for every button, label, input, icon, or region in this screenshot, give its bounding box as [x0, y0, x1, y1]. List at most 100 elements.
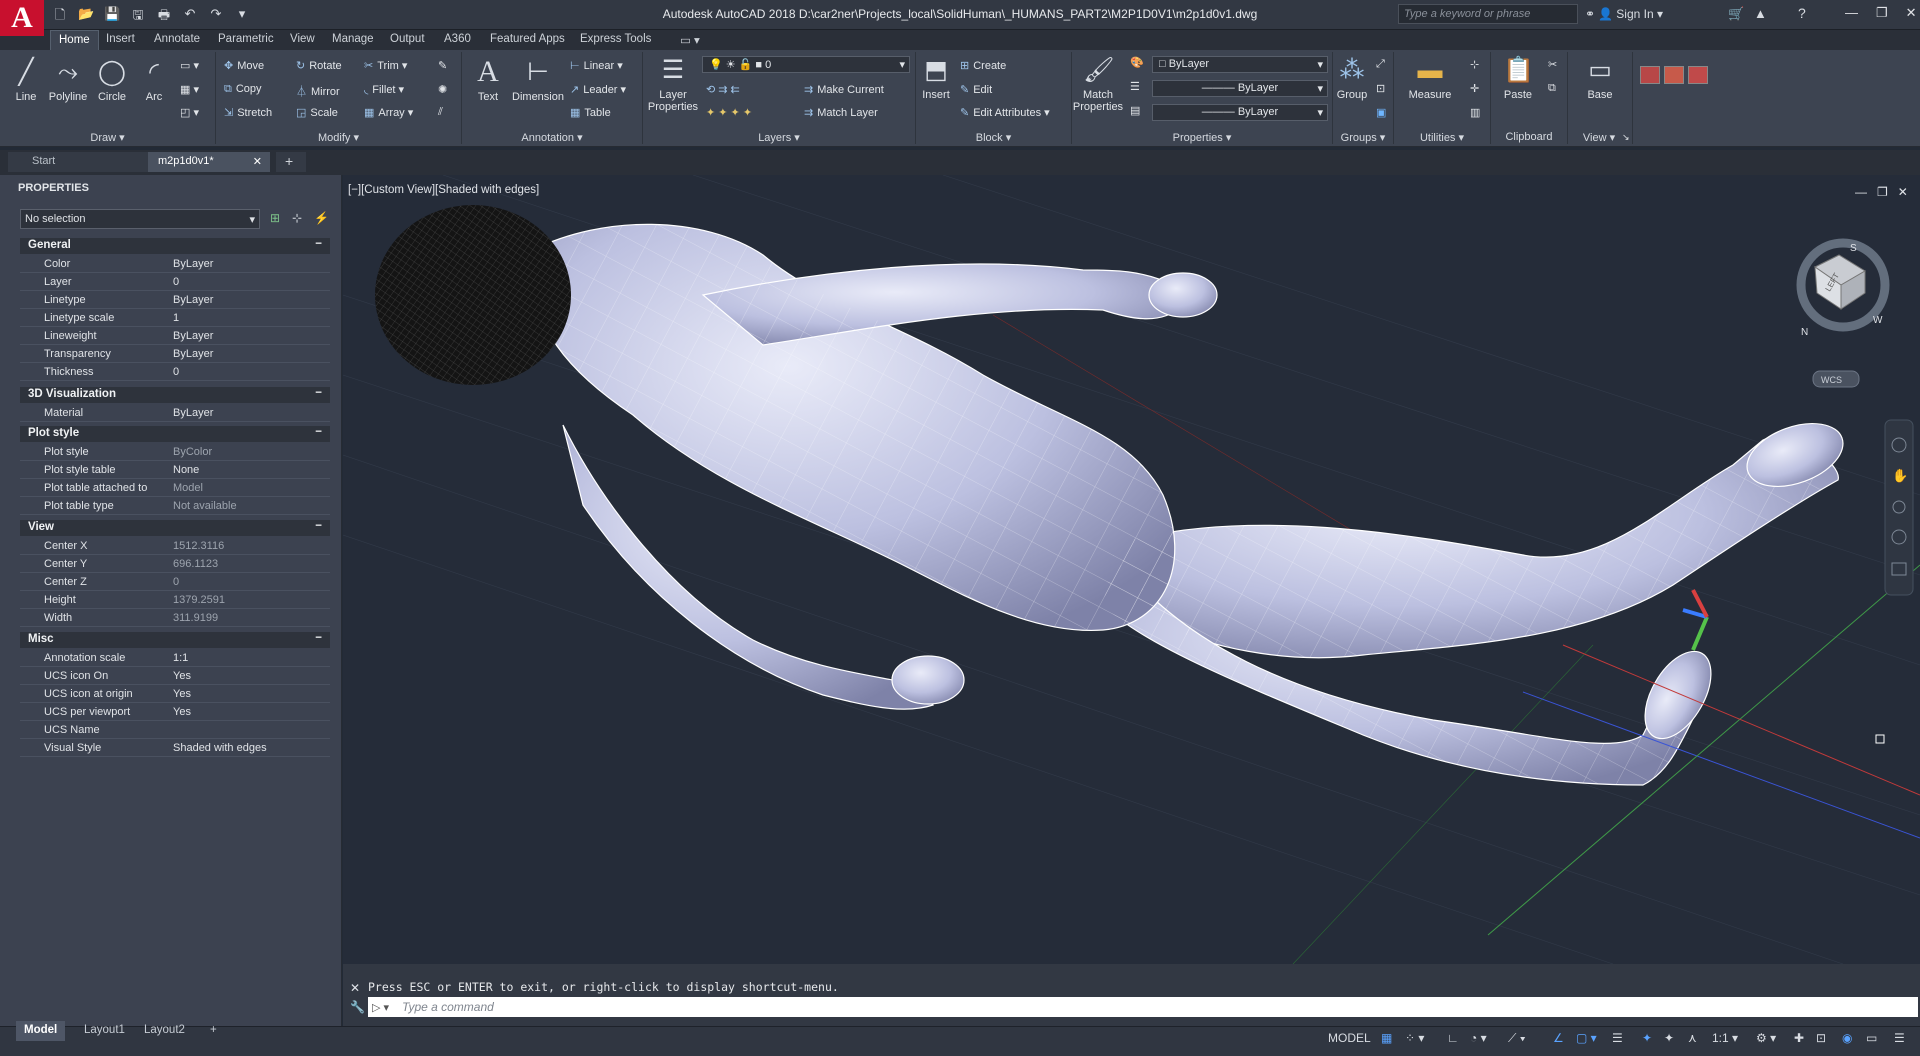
insert-tool[interactable]: ⬒ Insert	[918, 54, 954, 101]
hatch-icon[interactable]: ▦ ▾	[180, 83, 199, 96]
express-tool-1-icon[interactable]	[1640, 66, 1660, 84]
close-tab-icon[interactable]: ✕	[253, 155, 262, 168]
tab-parametric[interactable]: Parametric	[218, 33, 274, 45]
command-prompt-icon[interactable]: ▷ ▾	[372, 1001, 389, 1014]
edit-attributes-tool[interactable]: ✎ Edit Attributes ▾	[960, 106, 1050, 119]
new-tab-button[interactable]: +	[276, 152, 306, 172]
explode-icon[interactable]: ✺	[438, 83, 447, 96]
trim-tool[interactable]: ✂ Trim ▾	[364, 59, 407, 72]
offset-icon[interactable]: ⫽	[438, 106, 443, 119]
layer-tools-row-1[interactable]: ⟲ ⇉ ⇇	[706, 83, 740, 96]
property-row[interactable]: Plot style table None	[20, 461, 330, 479]
create-block-tool[interactable]: ⊞ Create	[960, 59, 1006, 72]
section-misc[interactable]: Misc −	[20, 632, 330, 648]
doc-tab-file[interactable]: m2p1d0v1* ✕	[148, 152, 270, 172]
dimension-tool[interactable]: ⊢ Dimension	[510, 56, 566, 103]
group-tool[interactable]: ⁂ Group	[1334, 54, 1370, 101]
selection-dropdown[interactable]: No selection ▾	[20, 209, 260, 229]
new-file-icon[interactable]: 🗋	[52, 6, 68, 28]
doc-tab-start[interactable]: Start	[8, 152, 148, 172]
property-row[interactable]: Thickness 0	[20, 363, 330, 381]
property-row[interactable]: Color ByLayer	[20, 255, 330, 273]
drawing-viewport[interactable]: LEFT S W N WCS ✋	[343, 175, 1920, 964]
panel-title-modify[interactable]: Modify ▾	[216, 131, 461, 146]
exchange-icon[interactable]: ▲	[1754, 6, 1767, 21]
property-row[interactable]: Plot table type Not available	[20, 497, 330, 515]
quick-select-icon[interactable]: ⊹	[1470, 58, 1479, 71]
arc-tool[interactable]: ◜ Arc	[136, 56, 172, 103]
array-tool[interactable]: ▦ Array ▾	[364, 106, 413, 119]
express-tool-3-icon[interactable]	[1688, 66, 1708, 84]
autocad-app-menu-button[interactable]: A	[0, 0, 44, 36]
layer-tools-row-2[interactable]: ✦ ✦ ✦ ✦	[706, 106, 752, 119]
add-layout-button[interactable]: +	[202, 1021, 225, 1041]
table-tool[interactable]: ▦ Table	[570, 106, 611, 119]
polyline-tool[interactable]: ⤳ Polyline	[46, 56, 90, 103]
leader-tool[interactable]: ↗ Leader ▾	[570, 83, 626, 96]
panel-title-block[interactable]: Block ▾	[916, 131, 1071, 146]
select-objects-icon[interactable]: ⊹	[292, 211, 302, 225]
tab-view[interactable]: View	[290, 33, 315, 45]
move-tool[interactable]: ✥ Move	[224, 59, 264, 72]
express-tool-2-icon[interactable]	[1664, 66, 1684, 84]
customize-status-bar-icon[interactable]: ☰	[1894, 1031, 1905, 1045]
pan-icon[interactable]: ✋	[1892, 468, 1908, 483]
hardware-acceleration-icon[interactable]: ◉	[1842, 1031, 1852, 1045]
property-row[interactable]: Linetype ByLayer	[20, 291, 330, 309]
property-row[interactable]: Material ByLayer	[20, 404, 330, 422]
object-snap-tracking-icon[interactable]: ∠	[1553, 1031, 1564, 1045]
grid-icon[interactable]: ▦	[1381, 1031, 1392, 1045]
minimize-icon[interactable]: —	[1845, 5, 1858, 21]
panel-title-annotation[interactable]: Annotation ▾	[462, 131, 642, 146]
property-row[interactable]: Center Y 696.1123	[20, 555, 330, 573]
property-row[interactable]: Plot style ByColor	[20, 443, 330, 461]
annotation-visibility-icon[interactable]: ✦	[1642, 1031, 1652, 1045]
model-space-button[interactable]: MODEL	[1328, 1031, 1371, 1045]
property-row[interactable]: UCS per viewport Yes	[20, 703, 330, 721]
dialog-launcher-icon[interactable]: ↘	[1622, 132, 1630, 143]
property-row[interactable]: Center X 1512.3116	[20, 537, 330, 555]
property-row[interactable]: UCS icon at origin Yes	[20, 685, 330, 703]
collapse-icon[interactable]: −	[315, 520, 322, 532]
object-snap-icon[interactable]: ▢ ▾	[1576, 1031, 1597, 1045]
layer-dropdown[interactable]: 💡 ☀ 🔓 ■ 0 ▾	[702, 56, 910, 73]
help-search-input[interactable]: Type a keyword or phrase	[1398, 4, 1578, 24]
cut-icon[interactable]: ✂	[1548, 58, 1557, 71]
property-row[interactable]: Height 1379.2591	[20, 591, 330, 609]
tab-output[interactable]: Output	[390, 33, 425, 45]
ortho-icon[interactable]: ∟	[1447, 1031, 1459, 1045]
copy-clip-icon[interactable]: ⧉	[1548, 82, 1556, 95]
auto-scale-icon[interactable]: ✦	[1664, 1031, 1674, 1045]
section-plot[interactable]: Plot style −	[20, 426, 330, 442]
tab-home[interactable]: Home	[50, 30, 99, 50]
close-viewport-icon[interactable]: ✕	[1898, 185, 1908, 199]
annotation-scale-icon[interactable]: ⋏	[1688, 1031, 1697, 1045]
fillet-tool[interactable]: ◟ Fillet ▾	[364, 83, 404, 96]
property-row[interactable]: Annotation scale 1:1	[20, 649, 330, 667]
property-row[interactable]: UCS Name	[20, 721, 330, 739]
help-icon[interactable]: ?	[1798, 5, 1806, 21]
viewport-controls-label[interactable]: [−][Custom View][Shaded with edges]	[348, 184, 539, 196]
restore-icon[interactable]: ❐	[1876, 5, 1888, 21]
ungroup-icon[interactable]: ⤢	[1376, 58, 1385, 71]
scale-tool[interactable]: ◲ Scale	[296, 106, 338, 119]
collapse-icon[interactable]: −	[315, 426, 322, 438]
panel-title-layers[interactable]: Layers ▾	[643, 131, 915, 146]
linetype-dropdown[interactable]: ——— ByLayer ▾	[1152, 80, 1328, 97]
units-icon[interactable]: ⊡	[1816, 1031, 1826, 1045]
panel-title-view[interactable]: View ▾	[1568, 131, 1630, 146]
annotation-monitor-icon[interactable]: ✚	[1794, 1031, 1804, 1045]
ribbon-minimize-toggle[interactable]: ▭ ▾	[680, 33, 700, 47]
group-selection-icon[interactable]: ▣	[1376, 106, 1386, 119]
redo-icon[interactable]: ↷	[208, 6, 224, 28]
section-general[interactable]: General −	[20, 238, 330, 254]
tab-a360[interactable]: A360	[444, 33, 471, 45]
text-tool[interactable]: A Text	[470, 56, 506, 104]
layout-tab-layout2[interactable]: Layout2	[136, 1021, 193, 1041]
minimize-viewport-icon[interactable]: —	[1855, 185, 1867, 199]
property-row[interactable]: Transparency ByLayer	[20, 345, 330, 363]
section-view[interactable]: View −	[20, 520, 330, 536]
save-as-icon[interactable]: 🖫	[130, 6, 146, 28]
point-icon[interactable]: ✛	[1470, 82, 1479, 95]
snap-icon[interactable]: ⁘ ▾	[1405, 1031, 1424, 1045]
